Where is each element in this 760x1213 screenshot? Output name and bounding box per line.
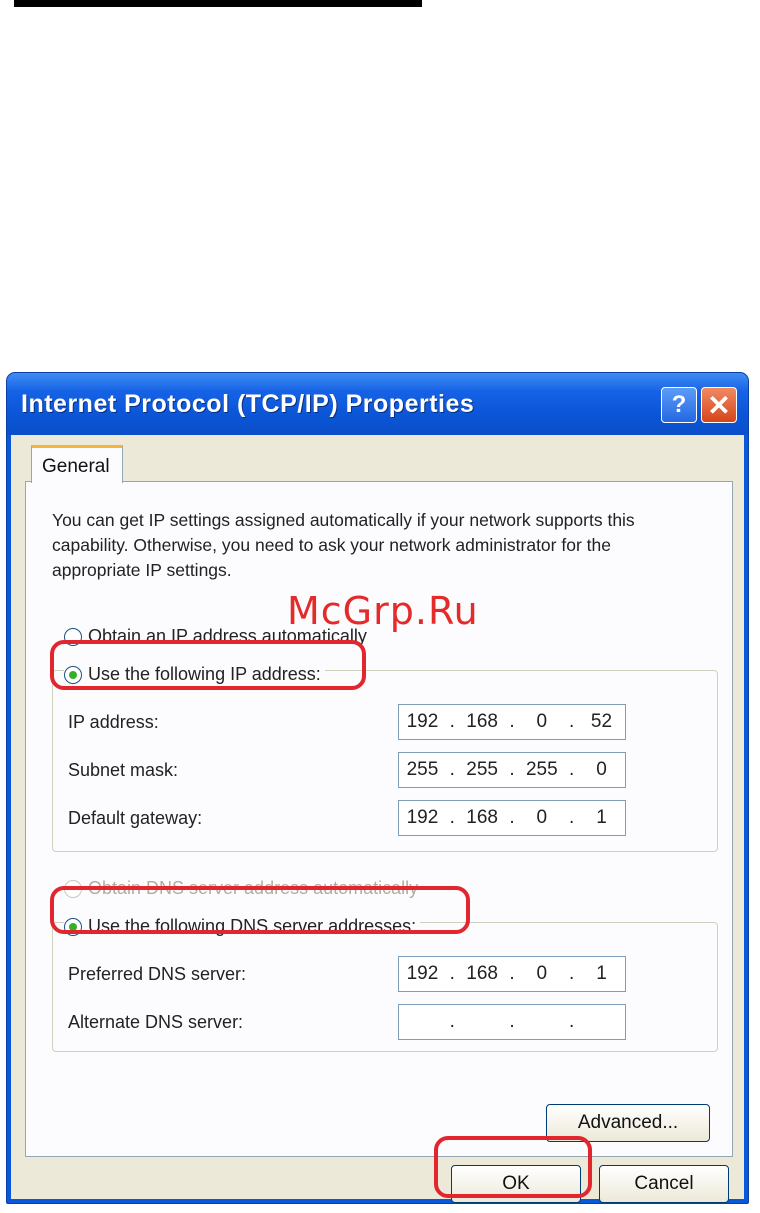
octet-3[interactable]: 0: [521, 963, 563, 985]
octet-2[interactable]: 168: [461, 711, 503, 733]
octet-2[interactable]: 168: [461, 963, 503, 985]
close-icon[interactable]: ✕: [701, 387, 737, 423]
ip-address-label: IP address:: [68, 712, 159, 732]
octet-2[interactable]: 168: [461, 807, 503, 829]
alternate-dns-field[interactable]: . . .: [398, 1004, 626, 1040]
octet-1[interactable]: 192: [401, 807, 443, 829]
octet-3[interactable]: 0: [521, 711, 563, 733]
highlight-use-dns: [50, 886, 470, 934]
intro-text: You can get IP settings assigned automat…: [52, 510, 635, 580]
default-gateway-field[interactable]: 192. 168. 0. 1: [398, 800, 626, 836]
top-black-bar: [14, 0, 422, 7]
octet-1[interactable]: 192: [401, 711, 443, 733]
title-bar[interactable]: Internet Protocol (TCP/IP) Properties ? …: [7, 373, 748, 435]
general-tab-panel: You can get IP settings assigned automat…: [25, 481, 733, 1157]
subnet-mask-field[interactable]: 255. 255. 255. 0: [398, 752, 626, 788]
octet-4[interactable]: 1: [580, 807, 622, 829]
highlight-ok-button: [434, 1136, 592, 1198]
octet-2[interactable]: 255: [461, 759, 503, 781]
default-gateway-label: Default gateway:: [68, 808, 203, 828]
window-title: Internet Protocol (TCP/IP) Properties: [21, 390, 475, 418]
dialog-client-area: General You can get IP settings assigned…: [11, 435, 744, 1203]
octet-3[interactable]: 0: [521, 807, 563, 829]
preferred-dns-label: Preferred DNS server:: [68, 964, 247, 984]
octet-1[interactable]: 255: [401, 759, 443, 781]
octet-1[interactable]: 192: [401, 963, 443, 985]
octet-4[interactable]: 1: [580, 963, 622, 985]
highlight-use-ip: [50, 640, 366, 690]
subnet-mask-label: Subnet mask:: [68, 760, 179, 780]
octet-4[interactable]: 52: [580, 711, 622, 733]
tcpip-properties-dialog: Internet Protocol (TCP/IP) Properties ? …: [6, 372, 749, 1204]
tab-general[interactable]: General: [31, 445, 123, 483]
help-icon[interactable]: ?: [661, 387, 697, 423]
octet-3[interactable]: 255: [521, 759, 563, 781]
octet-4[interactable]: 0: [580, 759, 622, 781]
cancel-button[interactable]: Cancel: [599, 1165, 729, 1203]
preferred-dns-field[interactable]: 192. 168. 0. 1: [398, 956, 626, 992]
watermark-text: McGrp.Ru: [287, 589, 479, 633]
ip-address-field[interactable]: 192. 168. 0. 52: [398, 704, 626, 740]
alternate-dns-label: Alternate DNS server:: [68, 1012, 244, 1032]
